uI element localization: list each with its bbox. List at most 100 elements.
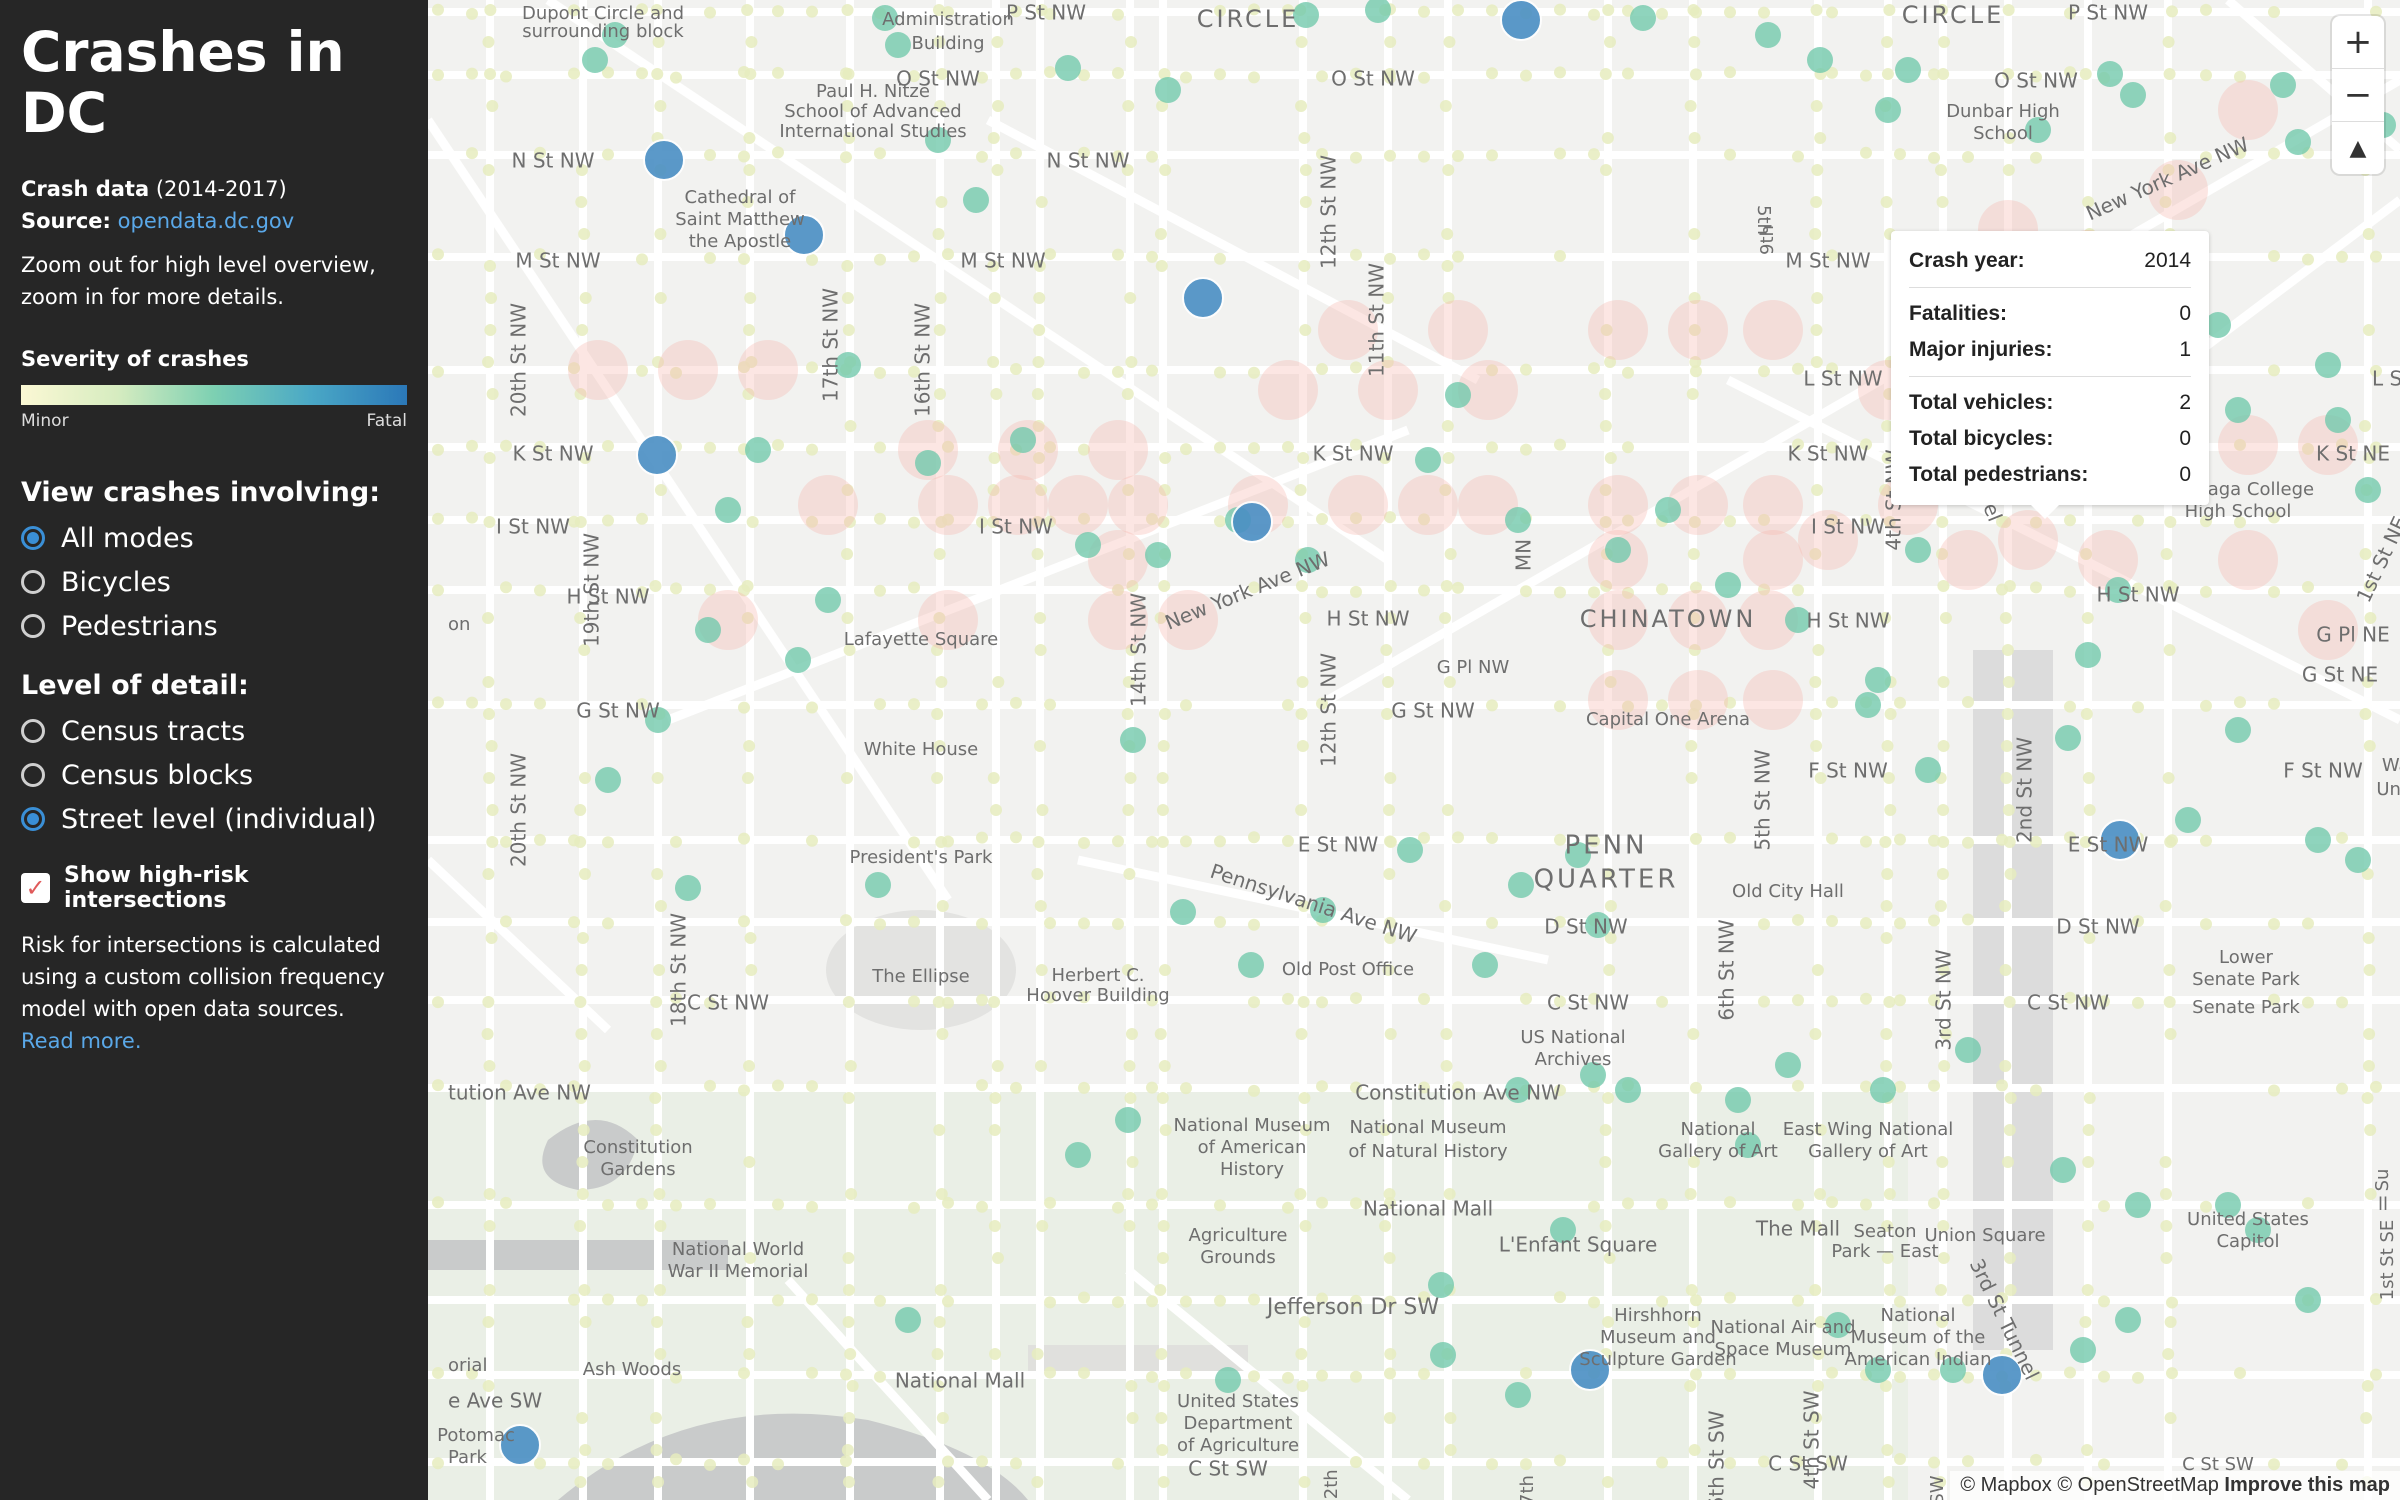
source-link[interactable]: opendata.dc.gov: [118, 209, 295, 233]
minor-crash-marker: [1031, 1476, 1044, 1488]
minor-crash-marker: [1826, 1366, 1838, 1379]
minor-crash-marker: [1418, 993, 1430, 1006]
minor-crash-marker: [1690, 1368, 1702, 1381]
minor-crash-marker: [483, 516, 496, 528]
minor-crash-marker: [1962, 696, 1974, 709]
minor-crash-marker: [1996, 583, 2008, 596]
minor-crash-marker: [1294, 484, 1307, 496]
minor-crash-marker: [841, 548, 854, 560]
improve-map-link[interactable]: Improve this map: [2224, 1474, 2390, 1496]
map-label: G St NW: [1391, 699, 1475, 723]
attribution: © Mapbox © OpenStreetMap Improve this ma…: [1950, 1471, 2400, 1500]
detail-title: Level of detail:: [21, 670, 249, 701]
radio-selected-icon[interactable]: [21, 807, 45, 831]
minor-crash-marker: [1121, 388, 1134, 400]
minor-crash-marker: [2359, 420, 2372, 432]
minor-crash-marker: [1554, 66, 1566, 79]
major-injury-marker: [1075, 532, 1101, 558]
minor-crash-marker: [1938, 1060, 1951, 1072]
radio-icon[interactable]: [21, 719, 45, 743]
map-label: C St NW: [2027, 991, 2109, 1015]
mode-option-pedestrians[interactable]: Pedestrians: [21, 604, 407, 648]
minor-crash-marker: [874, 441, 886, 454]
minor-crash-marker: [1294, 1188, 1307, 1200]
minor-crash-marker: [2234, 1367, 2246, 1380]
minor-crash-marker: [602, 1293, 614, 1306]
minor-crash-marker: [1383, 1412, 1396, 1424]
minor-crash-marker: [1937, 804, 1950, 816]
minor-crash-marker: [1384, 1367, 1396, 1380]
zoom-in-button[interactable]: +: [2332, 16, 2384, 69]
map-label: C St SW: [1188, 1457, 1268, 1481]
detail-option-street[interactable]: Street level (individual): [21, 797, 407, 841]
compass-icon[interactable]: ▲: [2332, 122, 2384, 174]
map-label: I St NW: [979, 515, 1053, 539]
checkmark-icon[interactable]: ✓: [21, 873, 51, 903]
minor-crash-marker: [908, 995, 920, 1008]
map-label: 4th St SW: [1800, 1390, 1824, 1489]
minor-crash-marker: [1684, 1188, 1697, 1200]
map-label: F St NW: [1808, 759, 1888, 783]
minor-crash-marker: [1112, 8, 1124, 21]
high-risk-toggle[interactable]: ✓ Show high-risk intersections: [21, 863, 407, 913]
minor-crash-marker: [649, 1412, 662, 1424]
minor-crash-marker: [2268, 586, 2280, 599]
minor-crash-marker: [654, 100, 667, 112]
minor-crash-marker: [2098, 1370, 2110, 1383]
minor-crash-marker: [1383, 804, 1396, 816]
minor-crash-marker: [1685, 740, 1698, 752]
mode-option-all[interactable]: All modes: [21, 516, 407, 560]
map-label: Park — East: [1831, 1241, 1938, 1262]
map-label: M St NW: [960, 249, 1045, 273]
street-vertical: [2084, 0, 2092, 1500]
minor-crash-marker: [578, 1284, 591, 1296]
minor-crash-marker: [2302, 1197, 2314, 1210]
detail-option-tracts[interactable]: Census tracts: [21, 709, 407, 753]
map[interactable]: Dupont Circle and surrounding block Admini…: [428, 0, 2400, 1500]
mapbox-attribution[interactable]: © Mapbox: [1960, 1474, 2051, 1496]
minor-crash-marker: [743, 1060, 756, 1072]
minor-crash-marker: [874, 918, 886, 931]
risk-description: Risk for intersections is calculated usi…: [21, 929, 407, 1057]
zoom-out-button[interactable]: −: [2332, 69, 2384, 122]
radio-icon[interactable]: [21, 763, 45, 787]
detail-option-label: Census blocks: [61, 759, 254, 791]
minor-crash-marker: [1112, 835, 1124, 848]
radio-selected-icon[interactable]: [21, 526, 45, 550]
major-injury-marker: [1505, 1382, 1531, 1408]
minor-crash-marker: [1814, 1188, 1827, 1200]
radio-icon[interactable]: [21, 614, 45, 638]
minor-crash-marker: [578, 772, 591, 784]
minor-crash-marker: [568, 916, 580, 929]
minor-crash-marker: [1248, 1293, 1260, 1306]
read-more-link[interactable]: Read more.: [21, 1029, 142, 1053]
minor-crash-marker: [500, 915, 512, 928]
minor-crash-marker: [842, 1476, 855, 1488]
minor-crash-marker: [1298, 1092, 1311, 1104]
minor-crash-marker: [1248, 71, 1260, 84]
minor-crash-marker: [1295, 708, 1308, 720]
minor-crash-marker: [1439, 100, 1452, 112]
popup-label: Total bicycles:: [1909, 427, 2054, 450]
minor-crash-marker: [2004, 1092, 2017, 1104]
minor-crash-marker: [1792, 1198, 1804, 1211]
radio-icon[interactable]: [21, 570, 45, 594]
minor-crash-marker: [746, 516, 759, 528]
minor-crash-marker: [1035, 964, 1048, 976]
minor-crash-marker: [987, 356, 1000, 368]
minor-crash-marker: [1295, 100, 1308, 112]
minor-crash-marker: [1156, 1092, 1169, 1104]
minor-crash-marker: [1599, 1156, 1612, 1168]
minor-crash-marker: [1078, 1291, 1090, 1304]
minor-crash-marker: [1033, 292, 1046, 304]
mode-option-bicycles[interactable]: Bicycles: [21, 560, 407, 604]
minor-crash-marker: [1154, 1028, 1167, 1040]
minor-crash-marker: [1934, 1284, 1947, 1296]
detail-option-blocks[interactable]: Census blocks: [21, 753, 407, 797]
osm-attribution[interactable]: © OpenStreetMap: [2057, 1474, 2218, 1496]
map-canvas[interactable]: Dupont Circle andsurrounding blockAdmini…: [428, 0, 2400, 1500]
minor-crash-marker: [936, 900, 949, 912]
minor-crash-marker: [654, 484, 667, 496]
minor-crash-marker: [2268, 5, 2280, 18]
popup-value: 0: [2179, 463, 2191, 486]
